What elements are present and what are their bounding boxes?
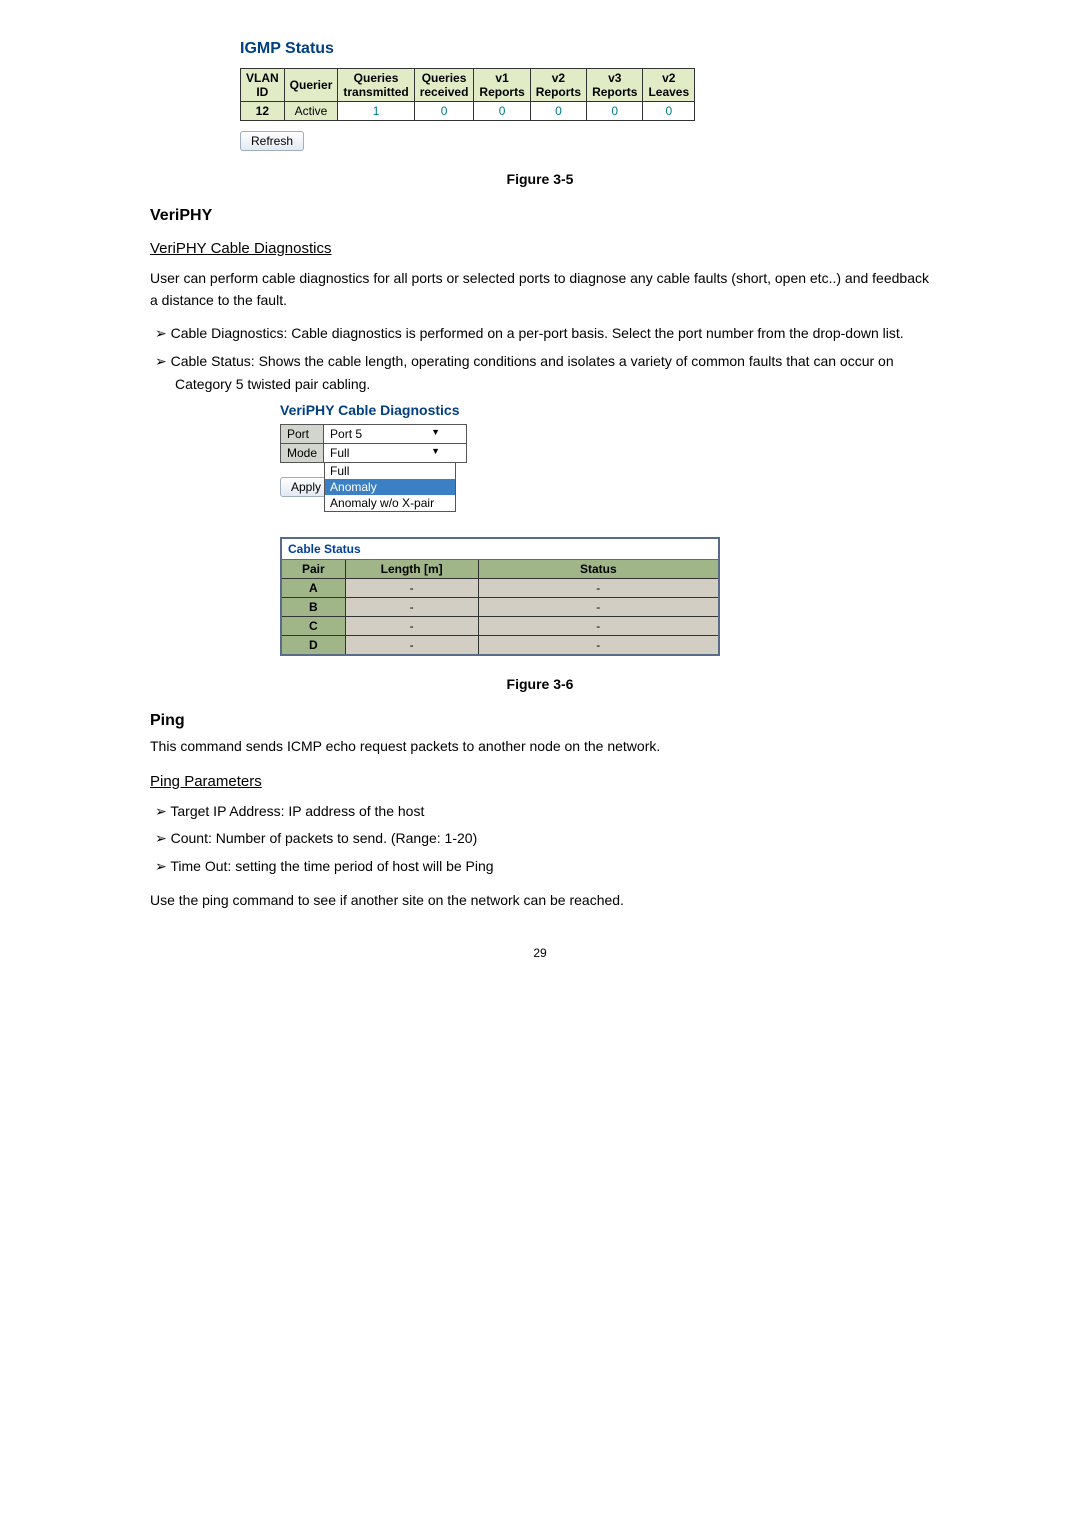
bullet-timeout: Time Out: setting the time period of hos… <box>150 855 930 879</box>
cell-v2l: 0 <box>643 102 695 121</box>
th-querier: Querier <box>284 69 338 102</box>
cell-vlan: 12 <box>241 102 285 121</box>
th-pair: Pair <box>281 560 345 579</box>
table-row: D - - <box>281 636 719 656</box>
mode-options: Full Anomaly Anomaly w/o X-pair <box>324 462 456 512</box>
chevron-down-icon: ▼ <box>431 427 440 437</box>
table-row: 12 Active 1 0 0 0 0 0 <box>241 102 695 121</box>
th-v3: v3Reports <box>587 69 643 102</box>
cell-pair: C <box>281 617 345 636</box>
veriphy-form: Port Port 5 ▼ Mode Full ▼ Full Anomaly A… <box>280 424 467 463</box>
cell-len: - <box>345 598 478 617</box>
option-full[interactable]: Full <box>325 463 455 479</box>
option-anomaly[interactable]: Anomaly <box>325 479 455 495</box>
th-v2: v2Reports <box>530 69 586 102</box>
th-q-rx: Queriesreceived <box>414 69 474 102</box>
figure-3-5-caption: Figure 3-5 <box>150 171 930 187</box>
th-v2l: v2Leaves <box>643 69 695 102</box>
cell-qrx: 0 <box>414 102 474 121</box>
cell-v2: 0 <box>530 102 586 121</box>
port-label: Port <box>281 425 324 444</box>
igmp-status-table: VLANID Querier Queriestransmitted Querie… <box>240 68 695 121</box>
cell-stat: - <box>478 598 719 617</box>
cell-len: - <box>345 579 478 598</box>
cell-stat: - <box>478 579 719 598</box>
veriphy-description: User can perform cable diagnostics for a… <box>150 267 930 312</box>
mode-label: Mode <box>281 444 324 463</box>
mode-value: Full <box>330 446 349 460</box>
cell-querier: Active <box>284 102 338 121</box>
cable-status-table: Cable Status Pair Length [m] Status A - … <box>280 537 720 656</box>
th-vlan-id: VLANID <box>241 69 285 102</box>
cell-v1: 0 <box>474 102 530 121</box>
port-value: Port 5 <box>330 427 362 441</box>
ping-parameters-heading: Ping Parameters <box>150 773 930 790</box>
th-q-tx: Queriestransmitted <box>338 69 414 102</box>
th-status: Status <box>478 560 719 579</box>
th-v1: v1Reports <box>474 69 530 102</box>
figure-3-6-caption: Figure 3-6 <box>150 676 930 692</box>
cell-v3: 0 <box>587 102 643 121</box>
bullet-target-ip: Target IP Address: IP address of the hos… <box>150 800 930 824</box>
cell-stat: - <box>478 636 719 656</box>
bullet-count: Count: Number of packets to send. (Range… <box>150 827 930 851</box>
table-row: C - - <box>281 617 719 636</box>
page-number: 29 <box>150 946 930 960</box>
cell-pair: A <box>281 579 345 598</box>
cell-len: - <box>345 636 478 656</box>
cell-stat: - <box>478 617 719 636</box>
cell-pair: B <box>281 598 345 617</box>
mode-select[interactable]: Full ▼ <box>330 446 440 460</box>
refresh-button[interactable]: Refresh <box>240 131 304 151</box>
cell-pair: D <box>281 636 345 656</box>
cable-status-title: Cable Status <box>281 538 719 560</box>
th-length: Length [m] <box>345 560 478 579</box>
bullet-cable-status: Cable Status: Shows the cable length, op… <box>150 350 930 398</box>
ping-description: This command sends ICMP echo request pac… <box>150 735 930 757</box>
ping-closing: Use the ping command to see if another s… <box>150 889 930 911</box>
ping-heading: Ping <box>150 712 930 730</box>
veriphy-subheading: VeriPHY Cable Diagnostics <box>150 240 930 257</box>
chevron-down-icon: ▼ <box>431 446 440 456</box>
veriphy-heading: VeriPHY <box>150 207 930 225</box>
veriphy-form-title: VeriPHY Cable Diagnostics <box>280 402 930 418</box>
igmp-status-title: IGMP Status <box>240 40 930 58</box>
cell-qtx: 1 <box>338 102 414 121</box>
bullet-cable-diagnostics: Cable Diagnostics: Cable diagnostics is … <box>150 322 930 346</box>
cell-len: - <box>345 617 478 636</box>
option-anomaly-wo[interactable]: Anomaly w/o X-pair <box>325 495 455 511</box>
table-row: B - - <box>281 598 719 617</box>
table-row: A - - <box>281 579 719 598</box>
port-select[interactable]: Port 5 ▼ <box>330 427 440 441</box>
